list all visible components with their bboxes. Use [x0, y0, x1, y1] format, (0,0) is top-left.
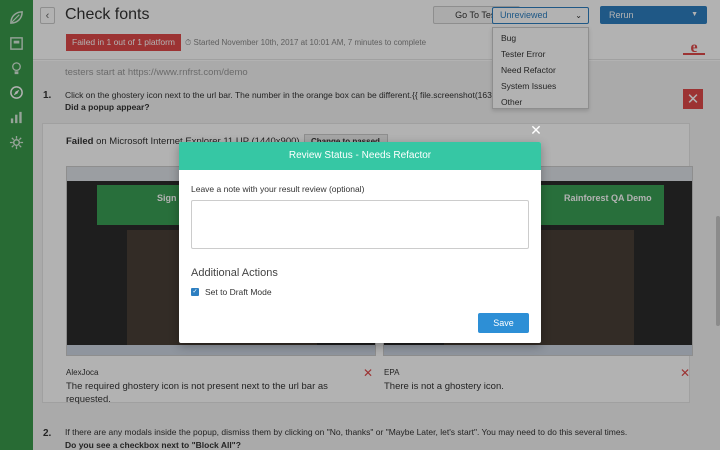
note-label: Leave a note with your result review (op… [191, 184, 365, 194]
additional-actions-heading: Additional Actions [191, 267, 278, 279]
review-status-modal: Review Status - Needs Refactor Leave a n… [179, 142, 541, 343]
save-button[interactable]: Save [478, 313, 529, 333]
modal-close-button[interactable]: ✕ [529, 123, 543, 137]
close-icon: ✕ [530, 122, 542, 138]
draft-mode-label: Set to Draft Mode [205, 287, 272, 297]
checkmark-icon: ✓ [192, 289, 198, 295]
draft-mode-checkbox[interactable]: ✓ [191, 288, 199, 296]
review-note-input[interactable] [191, 200, 529, 249]
modal-title: Review Status - Needs Refactor [179, 142, 541, 170]
draft-mode-row[interactable]: ✓ Set to Draft Mode [191, 287, 272, 297]
